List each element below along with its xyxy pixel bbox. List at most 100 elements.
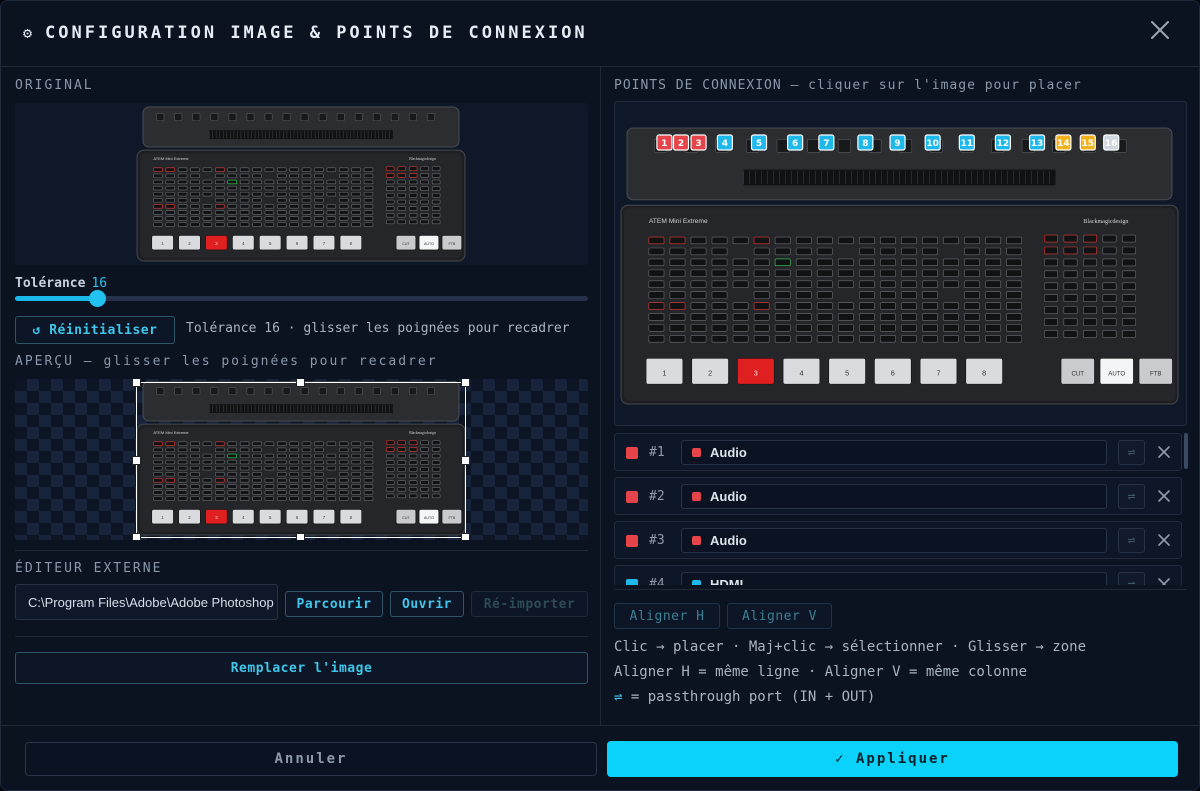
original-image: ATEM Mini Extreme Blackmagicdesign 1 2 3 4 5 6 7… [15,103,588,265]
connection-marker-label: 8 [862,139,868,149]
type-color-dot [692,580,701,585]
points-canvas[interactable]: ATEM Mini Extreme Blackmagicdesign 1 2 3 4 5 6 7… [614,101,1187,426]
tolerance-slider[interactable] [15,290,588,307]
type-color-dot [692,536,701,545]
connection-marker-label: 16 [1105,139,1118,149]
delete-icon[interactable] [1156,488,1172,504]
device-input-button: 2 [708,368,712,377]
cancel-button[interactable]: Annuler [25,742,597,776]
connection-marker-label: 6 [792,139,798,149]
reset-button[interactable]: ↺ Réinitialiser [15,316,175,344]
preview-canvas[interactable]: ATEM Mini Extreme Blackmagicdesign 1 2 3 4 5 6 7… [15,379,588,540]
crop-handle-b[interactable] [296,533,305,540]
color-swatch [626,579,638,585]
connection-row[interactable]: #1 Audio ⇌ [614,433,1182,471]
align-h-button[interactable]: Aligner H [614,603,720,629]
device-transition-button: CUT [1071,370,1084,377]
config-dialog: ⚙ CONFIGURATION IMAGE & POINTS DE CONNEXI… [0,0,1200,791]
device-input-button: 6 [891,368,895,377]
color-swatch [626,491,638,503]
tolerance-label: Tolérance 16 [15,276,108,291]
connection-marker-label: 13 [1031,139,1044,149]
passthrough-toggle[interactable]: ⇌ [1118,572,1145,585]
connection-type-label: Audio [710,489,747,504]
crop-handle-l[interactable] [132,456,141,465]
color-swatch [626,447,638,459]
connections-list: #1 Audio ⇌ #2 Audio ⇌ #3 Audio ⇌ #4 HDMI ⇌ [614,433,1184,585]
connection-marker-label: 2 [678,139,684,149]
left-panel: ORIGINAL ATEM Mini Extreme Blackmagicdesi… [1,67,601,725]
help-line-1: Clic → placer · Maj+clic → sélectionner … [614,639,1087,655]
passthrough-toggle[interactable]: ⇌ [1118,528,1145,553]
connection-type-select[interactable]: Audio [681,484,1107,509]
connection-marker-label: 1 [661,139,667,149]
connection-number: #3 [649,533,665,548]
divider [614,589,1187,590]
right-panel: POINTS DE CONNEXION — cliquer sur l'imag… [601,67,1199,725]
reset-hint: Tolérance 16 · glisser les poignées pour… [186,321,570,336]
brand-logo: Blackmagicdesign [409,157,436,161]
device-transition-button: AUTO [424,242,434,246]
connection-marker-label: 4 [722,139,728,149]
apply-button[interactable]: ✓ Appliquer [607,741,1178,777]
device-input-button: 3 [754,368,758,377]
type-color-dot [692,448,701,457]
crop-handle-bl[interactable] [132,533,141,540]
passthrough-toggle[interactable]: ⇌ [1118,484,1145,509]
type-color-dot [692,492,701,501]
connection-number: #2 [649,489,665,504]
browse-button[interactable]: Parcourir [285,591,383,617]
device-input-button: 4 [799,368,803,377]
replace-image-button[interactable]: Remplacer l'image [15,652,588,684]
connection-marker-label: 14 [1057,139,1070,149]
connection-marker-label: 9 [894,139,900,149]
help-line-3-text: = passthrough port (IN + OUT) [622,689,876,705]
device-input-button: 8 [982,368,986,377]
points-label: POINTS DE CONNEXION — cliquer sur l'imag… [614,78,1082,93]
connection-row[interactable]: #2 Audio ⇌ [614,477,1182,515]
gear-icon: ⚙ [23,24,36,42]
connection-type-select[interactable]: Audio [681,440,1107,465]
connection-type-select[interactable]: HDMI [681,572,1107,585]
crop-handle-r[interactable] [461,456,470,465]
tolerance-slider-thumb[interactable] [88,290,106,307]
align-v-button[interactable]: Aligner V [727,603,832,629]
connection-type-select[interactable]: Audio [681,528,1107,553]
delete-icon[interactable] [1156,444,1172,460]
crop-handle-tl[interactable] [132,379,141,387]
connection-marker-label: 5 [756,139,762,149]
connection-type-label: Audio [710,533,747,548]
crop-handle-t[interactable] [296,379,305,387]
device-input-button: 1 [662,368,666,377]
device-transition-button: FTB [448,242,455,246]
passthrough-toggle[interactable]: ⇌ [1118,440,1145,465]
connection-row[interactable]: #4 HDMI ⇌ [614,565,1182,585]
connection-marker-label: 7 [823,139,829,149]
connection-row[interactable]: #3 Audio ⇌ [614,521,1182,559]
original-label: ORIGINAL [15,78,94,93]
connection-marker-label: 12 [997,139,1010,149]
device-transition-button: FTB [1150,370,1162,377]
help-line-3: ⇌ = passthrough port (IN + OUT) [614,689,875,705]
brand-logo: Blackmagicdesign [1083,219,1128,225]
connection-number: #1 [649,445,665,460]
color-swatch [626,535,638,547]
dialog-title: ⚙ CONFIGURATION IMAGE & POINTS DE CONNEXI… [23,23,588,43]
editor-path-input[interactable]: C:\Program Files\Adobe\Adobe Photoshop [15,584,278,620]
delete-icon[interactable] [1156,532,1172,548]
connections-scrollbar[interactable] [1184,433,1188,469]
open-button[interactable]: Ouvrir [390,591,464,617]
crop-handle-tr[interactable] [461,379,470,387]
tolerance-value: 16 [91,276,108,291]
connection-type-label: Audio [710,445,747,460]
divider [15,550,588,551]
reimport-button[interactable]: Ré-importer [471,591,588,617]
device-illustration: ATEM Mini Extreme Blackmagicdesign1 2 3 4 5 6 7… [136,106,466,262]
crop-frame[interactable] [136,382,466,538]
crop-handle-br[interactable] [461,533,470,540]
delete-icon[interactable] [1156,576,1172,585]
close-icon[interactable] [1149,19,1171,41]
device-transition-button: CUT [402,242,410,246]
connection-marker-label: 11 [961,139,974,149]
device-input-button: 5 [845,368,849,377]
